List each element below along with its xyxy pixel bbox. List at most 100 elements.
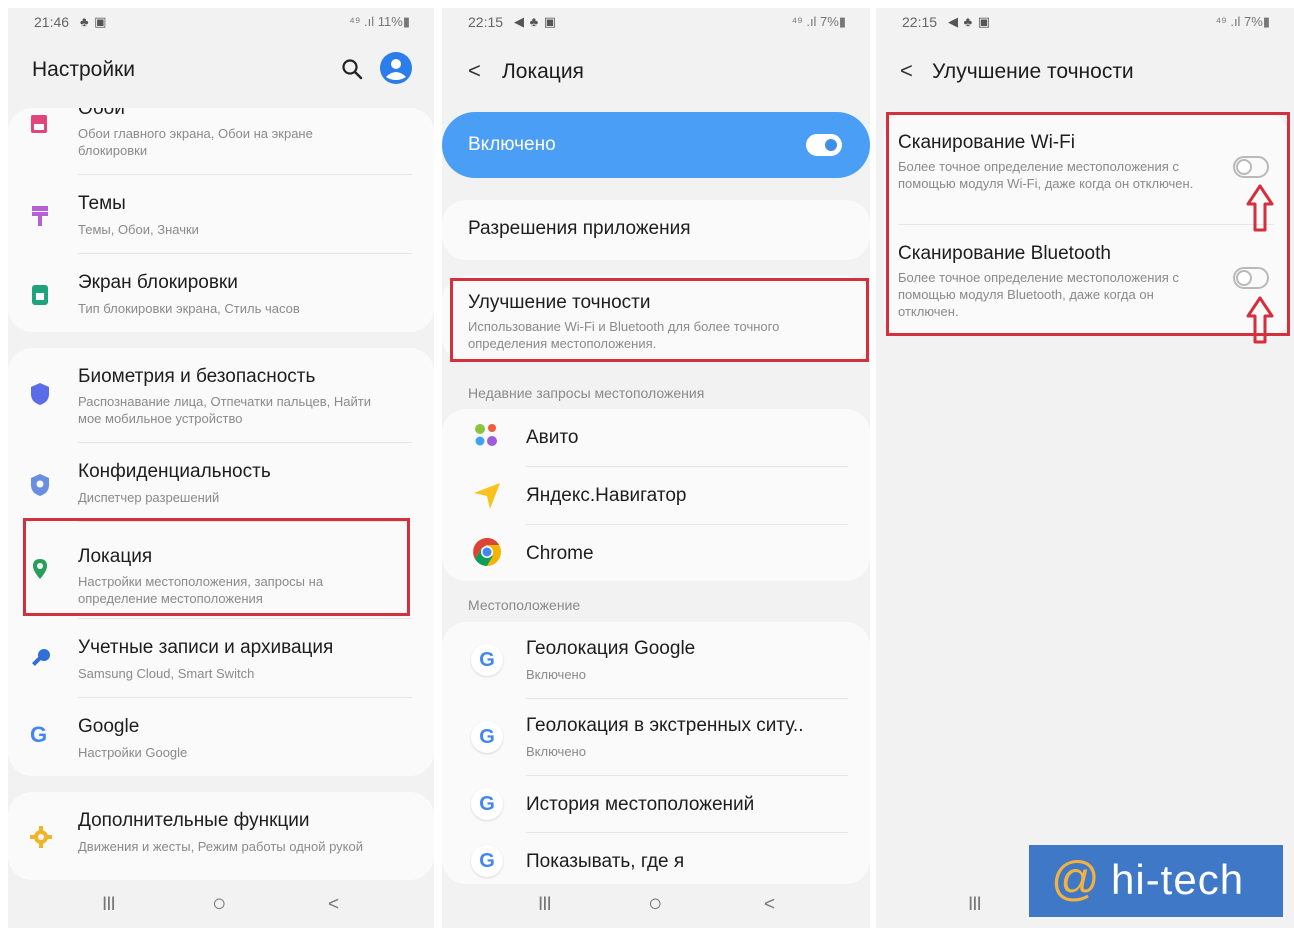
account-avatar-icon[interactable] [380, 52, 412, 84]
watermark-text: hi-tech [1111, 856, 1245, 903]
google-g-icon: G [471, 644, 503, 676]
location-master-switch[interactable]: Включено [442, 112, 870, 178]
settings-group-advanced: Дополнительные функции Движения и жесты,… [8, 792, 434, 880]
red-arrow-up-icon [1246, 296, 1274, 344]
item-title: Экран блокировки [78, 272, 238, 293]
scanning-options: Сканирование Wi-Fi Более точное определе… [884, 114, 1288, 336]
gear-icon [30, 826, 52, 848]
item-subtitle: Темы, Обои, Значки [78, 222, 199, 237]
home-button[interactable]: ○ [212, 890, 227, 918]
settings-item-wallpaper[interactable]: Обои Обои главного экрана, Обои на экран… [8, 108, 434, 174]
item-title: Локация [78, 546, 153, 567]
app-name: Яндекс.Навигатор [526, 485, 687, 506]
toggle-knob [1236, 270, 1252, 286]
toggle-knob [823, 137, 839, 153]
item-title: Google [78, 716, 140, 737]
chrome-icon [473, 538, 501, 566]
google-g-icon: G [471, 845, 503, 877]
item-subtitle: Настройки Google [78, 745, 188, 760]
settings-item-accounts[interactable]: Учетные записи и архивация Samsung Cloud… [8, 619, 434, 697]
settings-screen: 21:46 ♣ ▣ ⁴⁹ .ıl 11%▮ Настройки Обои Обо… [8, 8, 434, 928]
wifi-scanning-subtitle: Более точное определение местоположения … [898, 159, 1194, 191]
lockscreen-icon [32, 285, 48, 305]
bluetooth-scanning-title: Сканирование Bluetooth [898, 243, 1111, 264]
item-title: Конфиденциальность [78, 461, 271, 482]
wallpaper-icon [31, 115, 47, 133]
status-bar: 21:46 ♣ ▣ ⁴⁹ .ıl 11%▮ [34, 14, 410, 34]
shield-icon [31, 383, 49, 405]
service-location-sharing[interactable]: G Показывать, где я [442, 833, 870, 884]
toggle-knob [1236, 159, 1252, 175]
recent-app-avito[interactable]: Авито [442, 409, 870, 466]
location-toggle[interactable] [806, 134, 842, 156]
page-title: Улучшение точности [932, 60, 1134, 83]
avito-icon [475, 424, 497, 446]
item-title: Обои [78, 108, 125, 119]
navigation-bar: III ○ < [442, 880, 870, 928]
key-icon [32, 649, 50, 666]
back-arrow-icon[interactable]: < [468, 58, 481, 84]
back-button[interactable]: < [764, 894, 775, 916]
location-services-list: G Геолокация Google Включено G Геолокаци… [442, 622, 870, 884]
app-permissions-item[interactable]: Разрешения приложения [442, 200, 870, 260]
hi-tech-watermark: @ hi-tech [1029, 845, 1283, 917]
app-name: Авито [526, 427, 579, 448]
status-time: 22:15 [902, 14, 938, 30]
wifi-scanning-item[interactable]: Сканирование Wi-Fi Более точное определе… [884, 114, 1288, 224]
service-title: Показывать, где я [526, 851, 685, 872]
watermark-at-symbol: @ [1051, 853, 1100, 906]
settings-item-google[interactable]: G Google Настройки Google [8, 698, 434, 776]
back-button[interactable]: < [328, 894, 339, 916]
home-button[interactable]: ○ [648, 890, 663, 918]
notification-icons: ◀ ♣ ▣ [514, 14, 558, 29]
settings-item-advanced-features[interactable]: Дополнительные функции Движения и жесты,… [8, 792, 434, 880]
bluetooth-scanning-toggle[interactable] [1233, 267, 1269, 289]
service-google-location[interactable]: G Геолокация Google Включено [442, 622, 870, 698]
section-recent-requests: Недавние запросы местоположения [468, 385, 705, 401]
improve-accuracy-item[interactable]: Улучшение точности Использование Wi-Fi и… [442, 276, 870, 362]
item-subtitle: Настройки местоположения, запросы на опр… [78, 574, 324, 606]
signal-battery-indicator: ⁴⁹ .ıl 11%▮ [349, 14, 410, 29]
wifi-scanning-toggle[interactable] [1233, 156, 1269, 178]
back-arrow-icon[interactable]: < [900, 58, 913, 84]
settings-group-security: Биометрия и безопасность Распознавание л… [8, 348, 434, 776]
improve-accuracy-screen: 22:15 ◀ ♣ ▣ ⁴⁹ .ıl 7%▮ < Улучшение точно… [876, 8, 1294, 928]
service-status: Включено [526, 744, 586, 759]
navigation-bar: III ○ < [8, 880, 434, 928]
page-title: Настройки [32, 58, 135, 81]
item-title: Биометрия и безопасность [78, 366, 316, 387]
status-bar: 22:15 ◀ ♣ ▣ ⁴⁹ .ıl 7%▮ [902, 14, 1270, 34]
recent-requests-list: Авито Яндекс.Навигатор Chrome [442, 409, 870, 581]
settings-item-themes[interactable]: Темы Темы, Обои, Значки [8, 175, 434, 253]
settings-group-display: Обои Обои главного экрана, Обои на экран… [8, 108, 434, 332]
status-time: 21:46 [34, 14, 70, 30]
recent-app-yandex-navigator[interactable]: Яндекс.Навигатор [442, 467, 870, 524]
settings-item-lockscreen[interactable]: Экран блокировки Тип блокировки экрана, … [8, 254, 434, 332]
settings-item-location[interactable]: Локация Настройки местоположения, запрос… [8, 522, 434, 618]
signal-battery-indicator: ⁴⁹ .ıl 7%▮ [791, 14, 846, 29]
item-title: Темы [78, 193, 126, 214]
recents-button[interactable]: III [968, 894, 982, 916]
signal-battery-indicator: ⁴⁹ .ıl 7%▮ [1215, 14, 1270, 29]
enabled-label: Включено [468, 134, 556, 155]
settings-item-biometrics[interactable]: Биометрия и безопасность Распознавание л… [8, 348, 434, 442]
improve-accuracy-subtitle: Использование Wi-Fi и Bluetooth для боле… [468, 319, 780, 351]
bluetooth-scanning-item[interactable]: Сканирование Bluetooth Более точное опре… [884, 225, 1288, 336]
bluetooth-scanning-subtitle: Более точное определение местоположения … [898, 270, 1179, 319]
recent-app-chrome[interactable]: Chrome [442, 525, 870, 581]
item-subtitle: Тип блокировки экрана, Стиль часов [78, 301, 300, 316]
item-subtitle: Диспетчер разрешений [78, 490, 220, 505]
improve-accuracy-title: Улучшение точности [468, 292, 651, 313]
service-location-history[interactable]: G История местоположений [442, 776, 870, 832]
page-title: Локация [502, 60, 584, 83]
item-title: Учетные записи и архивация [78, 637, 334, 658]
service-emergency-location[interactable]: G Геолокация в экстренных ситу.. Включен… [442, 699, 870, 775]
red-arrow-up-icon [1246, 184, 1274, 232]
recents-button[interactable]: III [102, 894, 116, 916]
item-subtitle: Распознавание лица, Отпечатки пальцев, Н… [78, 394, 372, 426]
google-g-icon: G [471, 721, 503, 753]
recents-button[interactable]: III [538, 894, 552, 916]
settings-item-privacy[interactable]: Конфиденциальность Диспетчер разрешений [8, 443, 434, 521]
search-icon[interactable] [341, 58, 363, 80]
wifi-scanning-title: Сканирование Wi-Fi [898, 132, 1075, 153]
